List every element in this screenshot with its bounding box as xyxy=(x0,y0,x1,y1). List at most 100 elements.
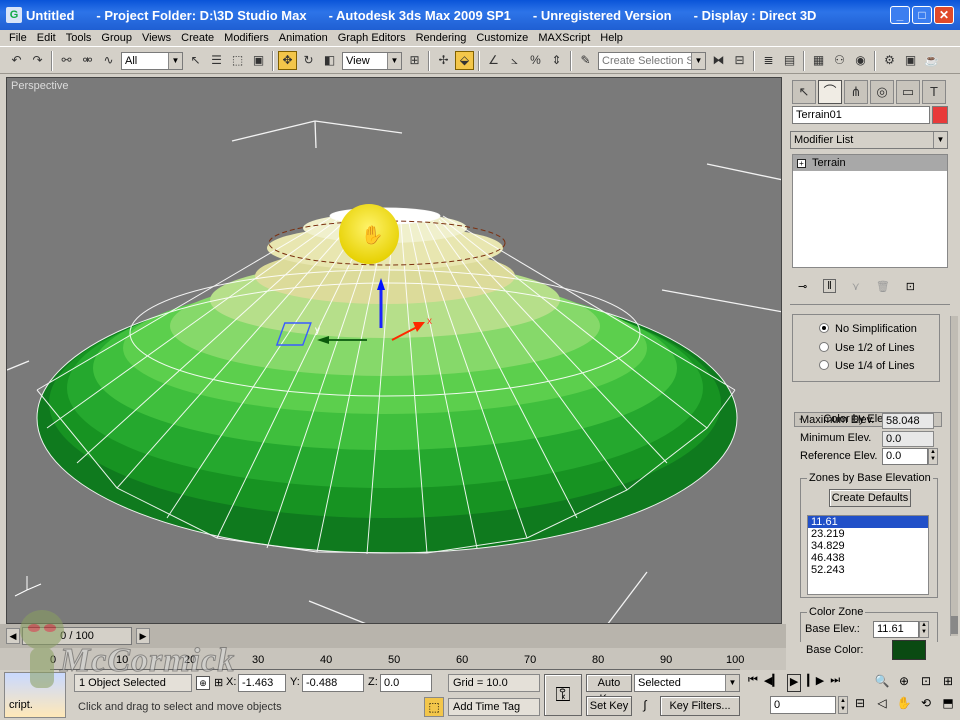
set-key-button[interactable]: Set Key xyxy=(586,696,632,716)
orbit-icon[interactable]: ⟲ xyxy=(916,696,936,716)
select-and-rotate-icon[interactable]: ↻ xyxy=(299,51,318,70)
maximize-viewport-icon[interactable]: ⬒ xyxy=(938,696,958,716)
y-coordinate-input[interactable]: -0.488 xyxy=(302,674,364,692)
menu-views[interactable]: Views xyxy=(142,32,171,44)
radio-no-simplification[interactable]: No Simplification xyxy=(819,323,917,335)
maxscript-listener[interactable]: cript. xyxy=(4,672,66,718)
layer-manager-icon[interactable]: ≣ xyxy=(759,51,778,70)
app-icon[interactable]: G xyxy=(6,7,22,23)
perspective-viewport[interactable]: ✋ x y Perspective xyxy=(6,77,782,624)
set-key-icon[interactable]: ⚿ xyxy=(544,674,582,716)
remove-modifier-icon[interactable]: 🗑 xyxy=(876,280,890,293)
radio-quarter-lines[interactable]: Use 1/4 of Lines xyxy=(819,360,915,372)
viewport-label[interactable]: Perspective xyxy=(11,80,68,92)
key-mode-toggle-icon[interactable]: ⊟ xyxy=(850,696,870,714)
base-elev-input[interactable]: 11.61 xyxy=(873,621,919,638)
make-unique-icon[interactable]: ⋎ xyxy=(852,280,860,293)
frame-spinner[interactable]: ▲ ▼ xyxy=(838,696,848,714)
time-tag-icon[interactable]: ⬚ xyxy=(424,697,444,717)
bind-space-warp-icon[interactable]: ∿ xyxy=(99,51,118,70)
render-setup-icon[interactable]: ⚙ xyxy=(880,51,899,70)
play-icon[interactable]: ▶ xyxy=(786,674,802,692)
align-icon[interactable]: ⊟ xyxy=(730,51,749,70)
hierarchy-tab-icon[interactable]: ⋔ xyxy=(844,80,868,104)
modify-tab-icon[interactable]: ⌒ xyxy=(818,80,842,104)
minimize-button[interactable]: _ xyxy=(890,6,910,24)
go-to-end-icon[interactable]: ⏭ xyxy=(830,674,840,692)
pivot-center-icon[interactable]: ⊞ xyxy=(405,51,424,70)
utilities-tab-icon[interactable]: T xyxy=(922,80,946,104)
zoom-icon[interactable]: 🔍 xyxy=(872,674,892,694)
percent-snap-icon[interactable]: % xyxy=(526,51,545,70)
ref-elev-spinner[interactable]: ▲ ▼ xyxy=(928,448,938,465)
material-editor-icon[interactable]: ◉ xyxy=(851,51,870,70)
unlink-icon[interactable]: ⚮ xyxy=(78,51,97,70)
zone-item[interactable]: 34.829 xyxy=(808,540,928,552)
schematic-view-icon[interactable]: ⚇ xyxy=(830,51,849,70)
menu-graph-editors[interactable]: Graph Editors xyxy=(338,32,406,44)
modifier-list-dropdown[interactable]: Modifier List ▼ xyxy=(790,131,948,149)
auto-key-button[interactable]: Auto Key xyxy=(586,674,632,705)
base-elev-spinner[interactable]: ▲ ▼ xyxy=(919,621,929,638)
panel-scrollbar[interactable] xyxy=(950,316,958,636)
next-frame-arrow-icon[interactable]: ▶ xyxy=(136,628,150,644)
zone-item[interactable]: 52.243 xyxy=(808,564,928,576)
key-filters-button[interactable]: Key Filters... xyxy=(660,696,740,716)
redo-icon[interactable]: ↷ xyxy=(28,51,47,70)
select-and-move-icon[interactable]: ✥ xyxy=(278,51,297,70)
previous-frame-icon[interactable]: ◀▎ xyxy=(764,674,781,692)
current-frame-input[interactable]: 0 xyxy=(770,696,836,714)
graphite-modeling-icon[interactable]: ▤ xyxy=(780,51,799,70)
quick-render-icon[interactable]: ☕ xyxy=(922,51,941,70)
field-of-view-icon[interactable]: ◁ xyxy=(872,696,892,716)
menu-create[interactable]: Create xyxy=(181,32,214,44)
menu-customize[interactable]: Customize xyxy=(476,32,528,44)
add-time-tag-button[interactable]: Add Time Tag xyxy=(448,698,540,716)
display-tab-icon[interactable]: ▭ xyxy=(896,80,920,104)
zone-item[interactable]: 46.438 xyxy=(808,552,928,564)
pin-stack-icon[interactable]: ⊸ xyxy=(798,280,807,293)
menu-rendering[interactable]: Rendering xyxy=(416,32,467,44)
z-coordinate-input[interactable]: 0.0 xyxy=(380,674,432,692)
menu-tools[interactable]: Tools xyxy=(66,32,92,44)
absolute-mode-icon[interactable]: ⊞ xyxy=(214,676,226,690)
expand-icon[interactable]: + xyxy=(797,159,806,168)
curve-editor-icon[interactable]: ▦ xyxy=(809,51,828,70)
show-end-result-icon[interactable]: ‖ xyxy=(823,279,836,293)
manipulate-icon[interactable]: ✢ xyxy=(434,51,453,70)
object-name-field[interactable]: Terrain01 xyxy=(792,106,930,124)
go-to-start-icon[interactable]: ⏮ xyxy=(748,674,758,692)
x-coordinate-input[interactable]: -1.463 xyxy=(238,674,286,692)
create-defaults-button[interactable]: Create Defaults xyxy=(829,489,911,507)
create-tab-icon[interactable]: ↖ xyxy=(792,80,816,104)
pan-icon[interactable]: ✋ xyxy=(894,696,914,716)
undo-icon[interactable]: ↶ xyxy=(7,51,26,70)
key-mode-dropdown[interactable]: Selected ▼ xyxy=(634,674,740,692)
reference-coordinate-dropdown[interactable]: View ▼ xyxy=(342,51,402,70)
rendered-frame-window-icon[interactable]: ▣ xyxy=(901,51,920,70)
menu-animation[interactable]: Animation xyxy=(279,32,328,44)
time-slider-thumb[interactable]: 0 / 100 xyxy=(22,627,132,645)
menu-modifiers[interactable]: Modifiers xyxy=(224,32,269,44)
stack-item-terrain[interactable]: + Terrain xyxy=(793,155,947,171)
select-and-scale-icon[interactable]: ◧ xyxy=(320,51,339,70)
edit-named-selection-icon[interactable]: ✎ xyxy=(576,51,595,70)
zoom-extents-icon[interactable]: ⊡ xyxy=(916,674,936,694)
zoom-extents-all-icon[interactable]: ⊞ xyxy=(938,674,958,694)
motion-tab-icon[interactable]: ◎ xyxy=(870,80,894,104)
menu-maxscript[interactable]: MAXScript xyxy=(538,32,590,44)
menu-help[interactable]: Help xyxy=(600,32,623,44)
spinner-snap-icon[interactable]: ⇕ xyxy=(547,51,566,70)
keyboard-shortcut-override-icon[interactable]: ⬙ xyxy=(455,51,474,70)
radio-half-lines[interactable]: Use 1/2 of Lines xyxy=(819,342,915,354)
zone-item[interactable]: 23.219 xyxy=(808,528,928,540)
default-tangents-icon[interactable]: ∫ xyxy=(636,698,654,716)
menu-file[interactable]: File xyxy=(9,32,27,44)
configure-modifier-sets-icon[interactable]: ⊡ xyxy=(906,280,915,293)
window-crossing-icon[interactable]: ▣ xyxy=(249,51,268,70)
menu-group[interactable]: Group xyxy=(101,32,132,44)
prev-frame-arrow-icon[interactable]: ◀ xyxy=(6,628,20,644)
base-color-swatch[interactable] xyxy=(892,640,926,660)
link-icon[interactable]: ⚯ xyxy=(57,51,76,70)
menu-edit[interactable]: Edit xyxy=(37,32,56,44)
